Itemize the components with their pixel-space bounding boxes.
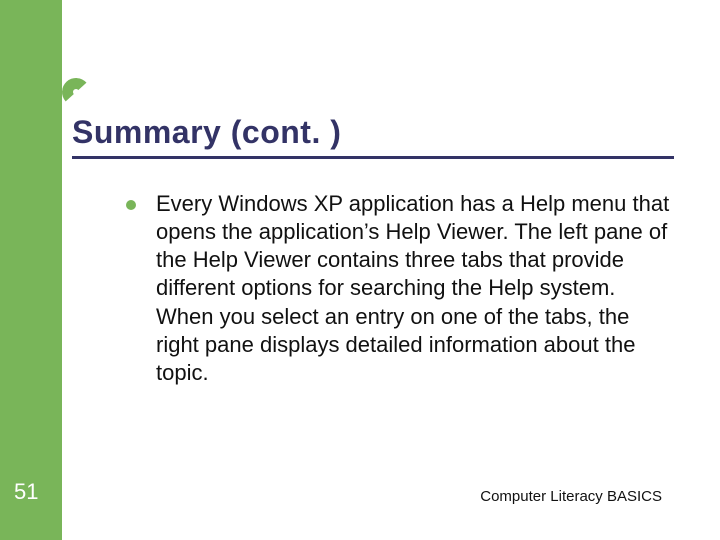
bullet-item: Every Windows XP application has a Help … — [126, 190, 674, 387]
sidebar-accent — [0, 0, 62, 540]
content-area: Every Windows XP application has a Help … — [126, 190, 674, 387]
bullet-text: Every Windows XP application has a Help … — [156, 190, 674, 387]
slide-title: Summary (cont. ) — [72, 114, 341, 151]
footer-text: Computer Literacy BASICS — [480, 488, 662, 505]
corner-arc-decoration — [61, 77, 90, 106]
page-number: 51 — [14, 479, 38, 505]
bullet-dot-icon — [126, 200, 136, 210]
title-underline — [72, 156, 674, 159]
